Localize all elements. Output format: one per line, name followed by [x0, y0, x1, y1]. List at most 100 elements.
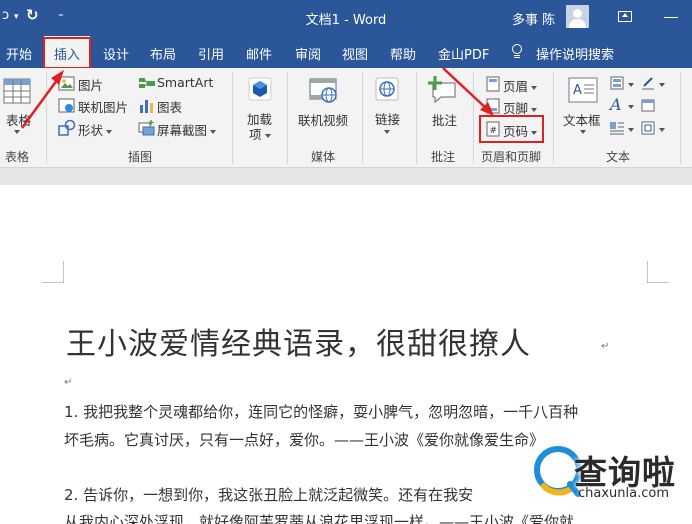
page-number-label: 页码 [503, 124, 529, 139]
paragraph-mark: ↵ [64, 377, 73, 388]
pictures-button[interactable]: 图片 [78, 75, 103, 94]
textbox-button[interactable]: 文本框 [563, 110, 601, 129]
minimize-button[interactable] [664, 17, 678, 18]
ribbon-display-options-button[interactable] [612, 8, 640, 28]
shapes-button[interactable]: 形状 [78, 120, 113, 139]
tab-design[interactable]: 设计 [103, 44, 129, 63]
addins-store-icon[interactable] [247, 76, 273, 102]
table-icon[interactable] [2, 76, 32, 106]
document-line[interactable]: 从我内心深处浮现，就好像阿芙罗蒂从浪花里浮现一样。——王小波《爱你就 [64, 511, 574, 524]
footer-icon[interactable] [485, 98, 501, 114]
link-icon[interactable] [373, 76, 401, 104]
smartart-icon[interactable] [138, 75, 156, 93]
addins-button-line2: 项 [249, 127, 262, 142]
quick-parts-dropdown-caret[interactable] [628, 83, 634, 87]
page-number-icon[interactable]: # [485, 121, 501, 137]
quick-parts-icon[interactable] [609, 75, 625, 91]
table-button[interactable]: 表格 [6, 110, 31, 129]
separator [416, 72, 417, 164]
chart-button[interactable]: 图表 [157, 97, 182, 116]
date-time-icon[interactable] [640, 97, 656, 113]
online-picture-icon[interactable] [58, 97, 76, 115]
textbox-dropdown-caret[interactable] [580, 130, 586, 134]
margin-corner-mark-left [42, 261, 64, 283]
tell-me-search[interactable]: 操作说明搜索 [536, 44, 614, 63]
chart-icon[interactable] [138, 97, 156, 115]
paragraph-mark: ↵ [601, 341, 610, 352]
shapes-icon[interactable] [58, 119, 76, 137]
table-dropdown-caret[interactable] [14, 130, 20, 134]
separator [680, 72, 681, 164]
tab-help[interactable]: 帮助 [390, 44, 416, 63]
textbox-icon[interactable]: A [567, 76, 599, 104]
picture-icon[interactable] [58, 75, 76, 93]
document-line[interactable]: 2. 告诉你，一想到你，我这张丑脸上就泛起微笑。还有在我安 [64, 484, 473, 505]
separator [362, 72, 363, 164]
shapes-label: 形状 [78, 123, 104, 138]
group-label-header-footer: 页眉和页脚 [481, 150, 542, 164]
tab-mailings[interactable]: 邮件 [246, 44, 272, 63]
online-video-button[interactable]: 联机视频 [298, 110, 348, 129]
tab-review[interactable]: 审阅 [295, 44, 321, 63]
lightbulb-icon[interactable] [511, 44, 523, 59]
avatar[interactable] [566, 5, 589, 28]
object-icon[interactable] [640, 120, 656, 136]
group-label-comments: 批注 [431, 150, 456, 164]
group-label-tables: 表格 [5, 150, 30, 164]
separator [553, 72, 554, 164]
smartart-button[interactable]: SmartArt [157, 75, 213, 90]
separator [232, 72, 233, 164]
drop-cap-icon[interactable] [609, 120, 625, 136]
svg-text:A: A [573, 83, 582, 98]
separator [46, 72, 47, 164]
tab-layout[interactable]: 布局 [150, 44, 176, 63]
user-name[interactable]: 多事 陈 [512, 9, 555, 28]
object-dropdown-caret[interactable] [659, 128, 665, 132]
group-label-media: 媒体 [311, 150, 336, 164]
wordart-dropdown-caret[interactable] [628, 105, 634, 109]
link-button[interactable]: 链接 [375, 109, 400, 128]
screenshot-button[interactable]: 屏幕截图 [157, 120, 217, 139]
footer-label: 页脚 [503, 101, 529, 116]
signature-line-icon[interactable] [640, 75, 656, 91]
footer-dropdown-caret [531, 107, 538, 112]
tab-kingsoft-pdf[interactable]: 金山PDF [438, 44, 489, 63]
document-line[interactable]: 1. 我把我整个灵魂都给你，连同它的怪癖，耍小脾气，忽明忽暗，一千八百种 [64, 401, 578, 422]
watermark-url: chaxunla.com [578, 486, 669, 501]
separator [287, 72, 288, 164]
svg-text:#: # [490, 126, 498, 136]
link-dropdown-caret[interactable] [384, 130, 390, 134]
wordart-icon[interactable]: A [610, 95, 622, 114]
online-video-icon[interactable] [308, 76, 340, 106]
header-icon[interactable] [485, 76, 501, 92]
header-dropdown-caret [531, 85, 538, 90]
group-label-text: 文本 [606, 150, 631, 164]
header-button[interactable]: 页眉 [503, 76, 538, 95]
tab-insert-label: 插入 [54, 48, 81, 63]
comment-button[interactable]: 批注 [432, 110, 457, 129]
title-bar: ɔ ▾ ↻ ⁼ 文档1 - Word 多事 陈 [0, 0, 692, 36]
separator [473, 72, 474, 164]
header-label: 页眉 [503, 79, 529, 94]
tab-view[interactable]: 视图 [342, 44, 368, 63]
addins-button[interactable]: 项 [249, 124, 271, 143]
signature-dropdown-caret[interactable] [659, 83, 665, 87]
margin-corner-mark-right [647, 261, 669, 283]
screenshot-icon[interactable] [138, 119, 156, 137]
screenshot-dropdown-caret [210, 129, 217, 134]
tab-home[interactable]: 开始 [6, 44, 32, 63]
footer-button[interactable]: 页脚 [503, 98, 538, 117]
tab-insert[interactable]: 插入 [44, 36, 90, 68]
screenshot-label: 屏幕截图 [157, 123, 208, 138]
tab-references[interactable]: 引用 [198, 44, 224, 63]
addins-dropdown-caret [264, 133, 271, 138]
document-heading[interactable]: 王小波爱情经典语录，很甜很撩人 [66, 319, 531, 363]
document-line[interactable]: 坏毛病。它真讨厌，只有一点好，爱你。——王小波《爱你就像爱生命》 [64, 429, 544, 450]
document-background [0, 169, 692, 185]
new-comment-icon[interactable] [427, 74, 461, 106]
page-number-button[interactable]: 页码 [503, 121, 538, 140]
drop-cap-dropdown-caret[interactable] [628, 128, 634, 132]
online-pictures-button[interactable]: 联机图片 [78, 97, 128, 116]
page-number-dropdown-caret [531, 130, 538, 135]
shapes-dropdown-caret [106, 129, 113, 134]
